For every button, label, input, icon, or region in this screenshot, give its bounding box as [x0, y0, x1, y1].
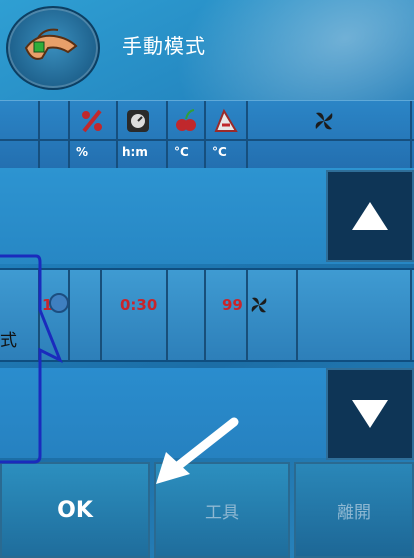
divider: [410, 101, 412, 169]
unit-celsius: °C: [212, 145, 227, 159]
percent-icon: [78, 107, 106, 135]
hand-icon[interactable]: [6, 6, 100, 90]
divider: [166, 101, 168, 169]
header: 手動模式: [0, 0, 414, 96]
thermometer-icon: [212, 107, 240, 135]
arrow-up-icon: [352, 202, 388, 230]
divider: [204, 101, 206, 169]
tools-button-label: 工具: [205, 502, 239, 523]
page-title: 手動模式: [122, 34, 206, 58]
ok-button[interactable]: OK: [0, 462, 150, 558]
divider: [246, 101, 248, 169]
divider: [296, 270, 298, 360]
column-header-bar: % h:m °C °C: [0, 100, 414, 170]
divider: [68, 101, 70, 169]
circle-icon: [48, 292, 70, 318]
scroll-up-button[interactable]: [326, 170, 414, 262]
fan-icon: [248, 294, 270, 320]
unit-time: h:m: [122, 145, 148, 159]
divider: [204, 270, 206, 360]
clock-icon: [124, 107, 152, 135]
tools-button[interactable]: 工具: [154, 462, 290, 558]
divider: [116, 101, 118, 169]
unit-percent: %: [76, 145, 89, 159]
divider: [38, 101, 40, 169]
divider: [100, 270, 102, 360]
exit-button-label: 離開: [337, 502, 371, 523]
ok-button-label: OK: [57, 497, 93, 523]
device-screen: 手動模式 % h:m °C °C 1 0:30 99 OK 工具 離開 式: [0, 0, 414, 558]
divider: [166, 270, 168, 360]
divider: [410, 270, 412, 360]
temperature-icon: [172, 107, 200, 135]
divider: [0, 139, 414, 141]
exit-button[interactable]: 離開: [294, 462, 414, 558]
callout-text: 式: [0, 331, 17, 351]
arrow-down-icon: [352, 400, 388, 428]
temperature-value: 99: [222, 296, 243, 314]
time-value: 0:30: [120, 296, 158, 314]
scroll-down-button[interactable]: [326, 368, 414, 460]
unit-celsius: °C: [174, 145, 189, 159]
fan-icon: [310, 107, 338, 135]
table-row[interactable]: 1 0:30 99: [0, 268, 414, 362]
divider: [38, 270, 40, 360]
